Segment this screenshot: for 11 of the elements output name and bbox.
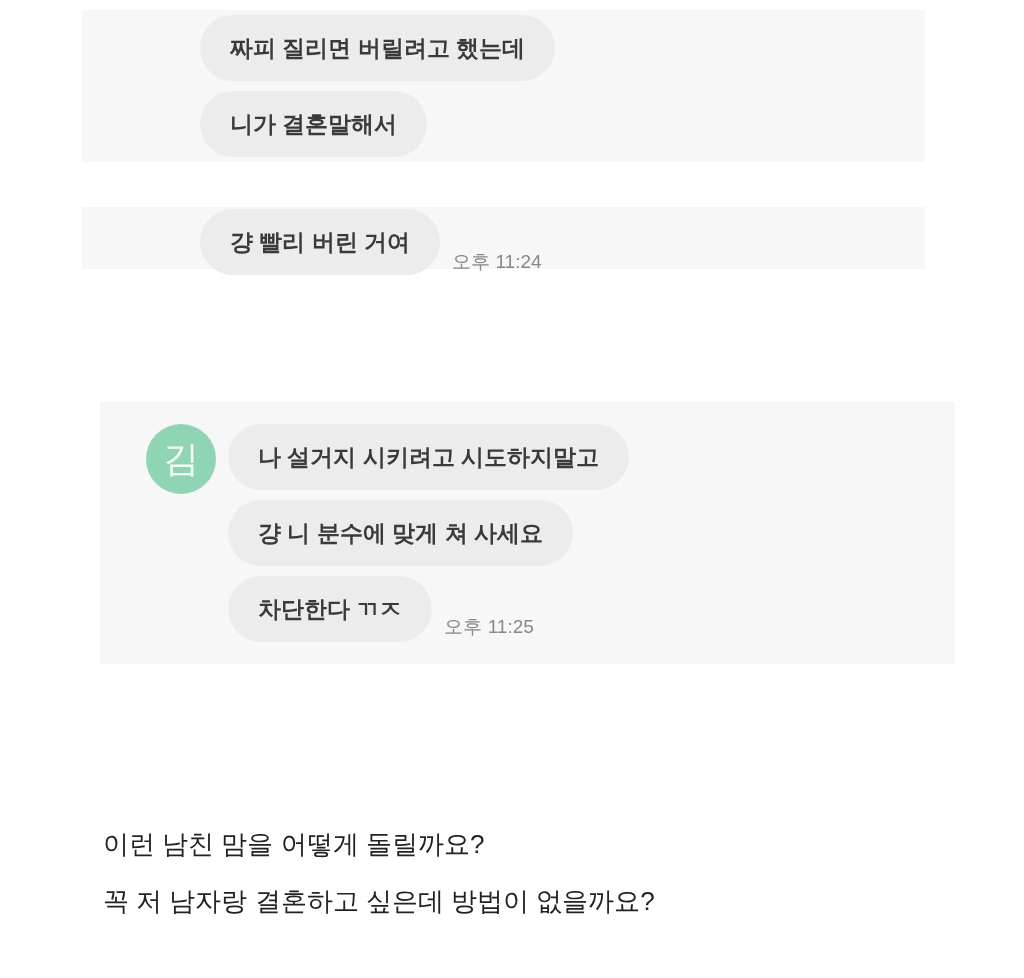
message-bubble: 걍 빨리 버린 거여 xyxy=(200,209,441,275)
timestamp: 오후 11:24 xyxy=(452,250,542,274)
caption-text: 꼭 저 남자랑 결혼하고 싶은데 방법이 없을까요? xyxy=(103,885,656,918)
message-bubble: 니가 결혼말해서 xyxy=(200,91,428,157)
caption-text: 이런 남친 맘을 어떻게 돌릴까요? xyxy=(103,828,486,861)
message-bubble: 나 설거지 시키려고 시도하지말고 xyxy=(228,424,630,490)
timestamp: 오후 11:25 xyxy=(444,615,534,639)
avatar-icon: 김 xyxy=(146,424,216,494)
message-bubble: 걍 니 분수에 맞게 쳐 사세요 xyxy=(228,500,573,566)
message-bubble: 짜피 질리면 버릴려고 했는데 xyxy=(200,15,556,81)
message-bubble: 차단한다 ㄲㅈ xyxy=(228,576,433,642)
